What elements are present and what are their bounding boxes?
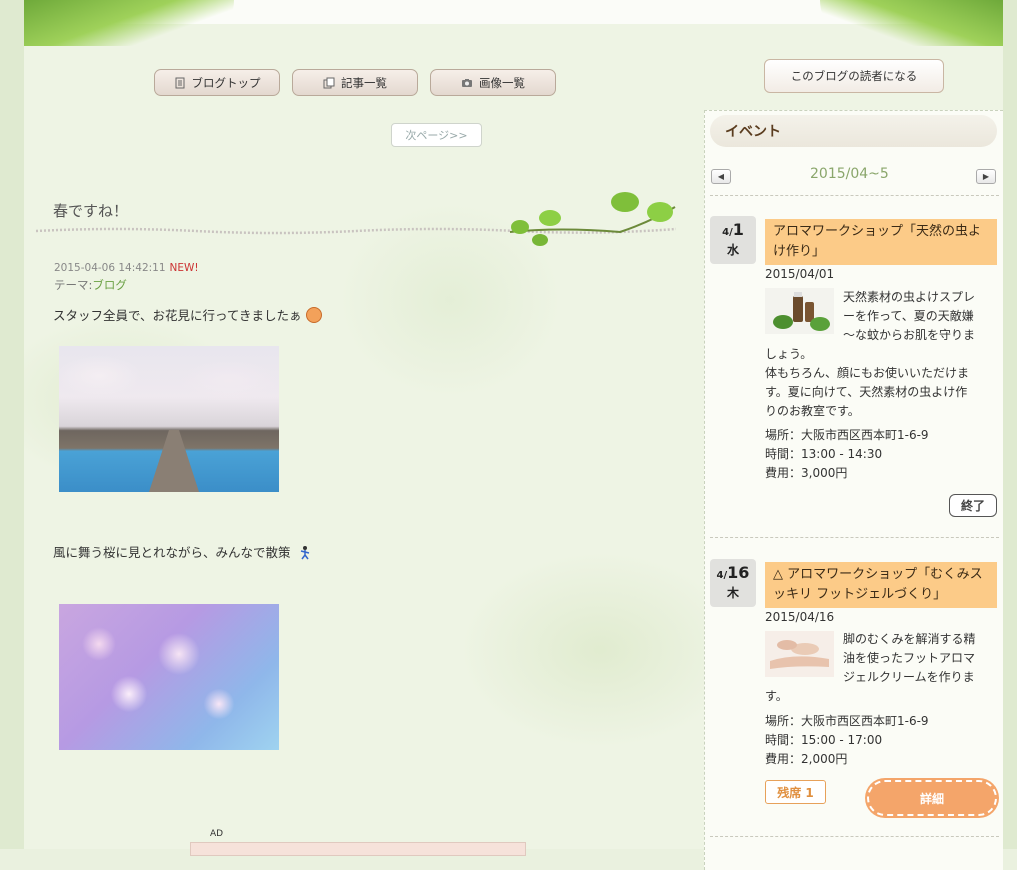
- event-description-full: しょう。 体もちろん、顔にもお使いいただけま す。夏に向けて、天然素材の虫よけ作…: [765, 345, 969, 421]
- next-arrow-icon: ▶: [982, 172, 990, 181]
- desc-line: 脚のむくみを解消する精: [843, 632, 976, 646]
- event-description-short: 脚のむくみを解消する精 油を使ったフットアロマ ジェルクリームを作りま: [843, 630, 975, 687]
- desc-line: ジェルクリームを作りま: [843, 670, 975, 684]
- leaf-ornament: [509, 192, 676, 246]
- left-edge: [0, 0, 24, 849]
- event-time: 時間：15:00 - 17:00: [765, 733, 883, 747]
- prev-month-button[interactable]: ◀: [711, 169, 731, 184]
- blog-top-label: ブログトップ: [191, 75, 261, 90]
- walking-person-icon: [300, 546, 309, 560]
- desc-line: す。夏に向けて、天然素材の虫よけ作: [765, 385, 968, 399]
- desc-line: 体もちろん、顔にもお使いいただけま: [765, 366, 970, 380]
- event-date: 2015/04/01: [765, 267, 835, 281]
- event-month-day: 4/16: [710, 563, 756, 582]
- desc-line: 油を使ったフットアロマ: [843, 651, 976, 665]
- new-badge: NEW!: [169, 262, 199, 274]
- event-title[interactable]: アロマワークショップ「天然の虫よけ作り」: [765, 219, 997, 265]
- event-day: 1: [732, 220, 744, 239]
- camera-icon: [462, 78, 472, 87]
- desc-line: ～な蚊からお肌を守りま: [843, 328, 976, 342]
- aroma-bottles-thumbnail[interactable]: [765, 288, 834, 334]
- event-info: 場所：大阪市西区西本町1-6-9 時間：15:00 - 17:00 費用：2,0…: [765, 712, 929, 769]
- article-list-button[interactable]: 記事一覧: [292, 69, 418, 96]
- event-description-short: 天然素材の虫よけスプレ ーを作って、夏の天敵嫌 ～な蚊からお肌を守りま: [843, 288, 975, 345]
- event-place: 場所：大阪市西区西本町1-6-9: [765, 428, 929, 442]
- event-month-day: 4/1: [710, 220, 756, 239]
- article-list-label: 記事一覧: [341, 75, 387, 90]
- post-theme: テーマ:ブログ: [54, 277, 127, 293]
- document-icon: [175, 77, 184, 88]
- ad-banner[interactable]: [190, 842, 526, 856]
- desc-line: す。: [765, 689, 788, 703]
- post-paragraph-1: スタッフ全員で、お花見に行ってきましたぁ: [53, 305, 322, 324]
- event-date-badge: 4/16 木: [710, 559, 756, 607]
- remaining-seats-badge: 残席 1: [765, 780, 826, 804]
- separator: [710, 537, 999, 538]
- leaf-decoration-right: [820, 0, 1003, 46]
- image-list-button[interactable]: 画像一覧: [430, 69, 556, 96]
- calendar-month: 2015/04~5: [810, 166, 889, 182]
- event-place: 場所：大阪市西区西本町1-6-9: [765, 714, 929, 728]
- event-fee: 費用：2,000円: [765, 752, 848, 766]
- image-list-label: 画像一覧: [479, 75, 525, 90]
- desc-line: 天然素材の虫よけスプレ: [843, 290, 976, 304]
- event-info: 場所：大阪市西区西本町1-6-9 時間：13:00 - 14:30 費用：3,0…: [765, 426, 929, 483]
- next-page-button[interactable]: 次ページ>>: [391, 123, 482, 147]
- event-weekday: 水: [726, 243, 739, 257]
- separator: [710, 195, 999, 196]
- desc-line: しょう。: [765, 347, 813, 361]
- event-date-badge: 4/1 水: [710, 216, 756, 264]
- follow-blog-button[interactable]: このブログの読者になる: [764, 59, 944, 93]
- post-paragraph-2: 風に舞う桜に見とれながら、みんなで散策: [53, 542, 311, 561]
- desc-line: ーを作って、夏の天敵嫌: [843, 309, 974, 323]
- cherry-blossom-road-photo[interactable]: [59, 346, 279, 492]
- photo-road: [149, 430, 199, 492]
- foot-massage-thumbnail[interactable]: [765, 631, 834, 677]
- right-edge: [1003, 0, 1017, 849]
- event-ended-button[interactable]: 終了: [949, 494, 997, 517]
- event-month: 4/: [722, 227, 733, 238]
- ad-label: AD: [210, 829, 224, 839]
- post-datetime-text: 2015-04-06 14:42:11: [54, 262, 166, 274]
- event-fee: 費用：3,000円: [765, 466, 848, 480]
- leaf-decoration-left: [24, 0, 234, 46]
- paragraph-1-text: スタッフ全員で、お花見に行ってきましたぁ: [53, 308, 302, 323]
- event-weekday: 木: [726, 586, 739, 600]
- next-month-button[interactable]: ▶: [976, 169, 996, 184]
- event-time: 時間：13:00 - 14:30: [765, 447, 883, 461]
- event-month: 4/: [716, 570, 728, 581]
- event-day: 16: [727, 563, 750, 582]
- event-detail-button[interactable]: 詳細: [867, 780, 997, 816]
- post-datetime: 2015-04-06 14:42:11 NEW!: [54, 262, 199, 274]
- theme-link[interactable]: ブログ: [92, 278, 127, 292]
- photo-trees: [59, 346, 279, 436]
- event-date: 2015/04/16: [765, 610, 835, 624]
- event-description-full: す。: [765, 687, 788, 706]
- copy-icon: [323, 77, 335, 88]
- theme-label: テーマ:: [54, 278, 93, 292]
- desc-line: りのお教室です。: [765, 404, 860, 418]
- event-title[interactable]: △ アロマワークショップ「むくみスッキリ フットジェルづくり」: [765, 562, 997, 608]
- paragraph-2-text: 風に舞う桜に見とれながら、みんなで散策: [53, 545, 291, 560]
- prev-arrow-icon: ◀: [717, 172, 725, 181]
- face-emoji-icon: [305, 307, 322, 323]
- blog-top-button[interactable]: ブログトップ: [154, 69, 280, 96]
- separator: [710, 836, 999, 837]
- post-title[interactable]: 春ですね！: [53, 200, 128, 221]
- event-header: イベント: [710, 115, 997, 147]
- cherry-blossom-closeup-photo[interactable]: [59, 604, 279, 750]
